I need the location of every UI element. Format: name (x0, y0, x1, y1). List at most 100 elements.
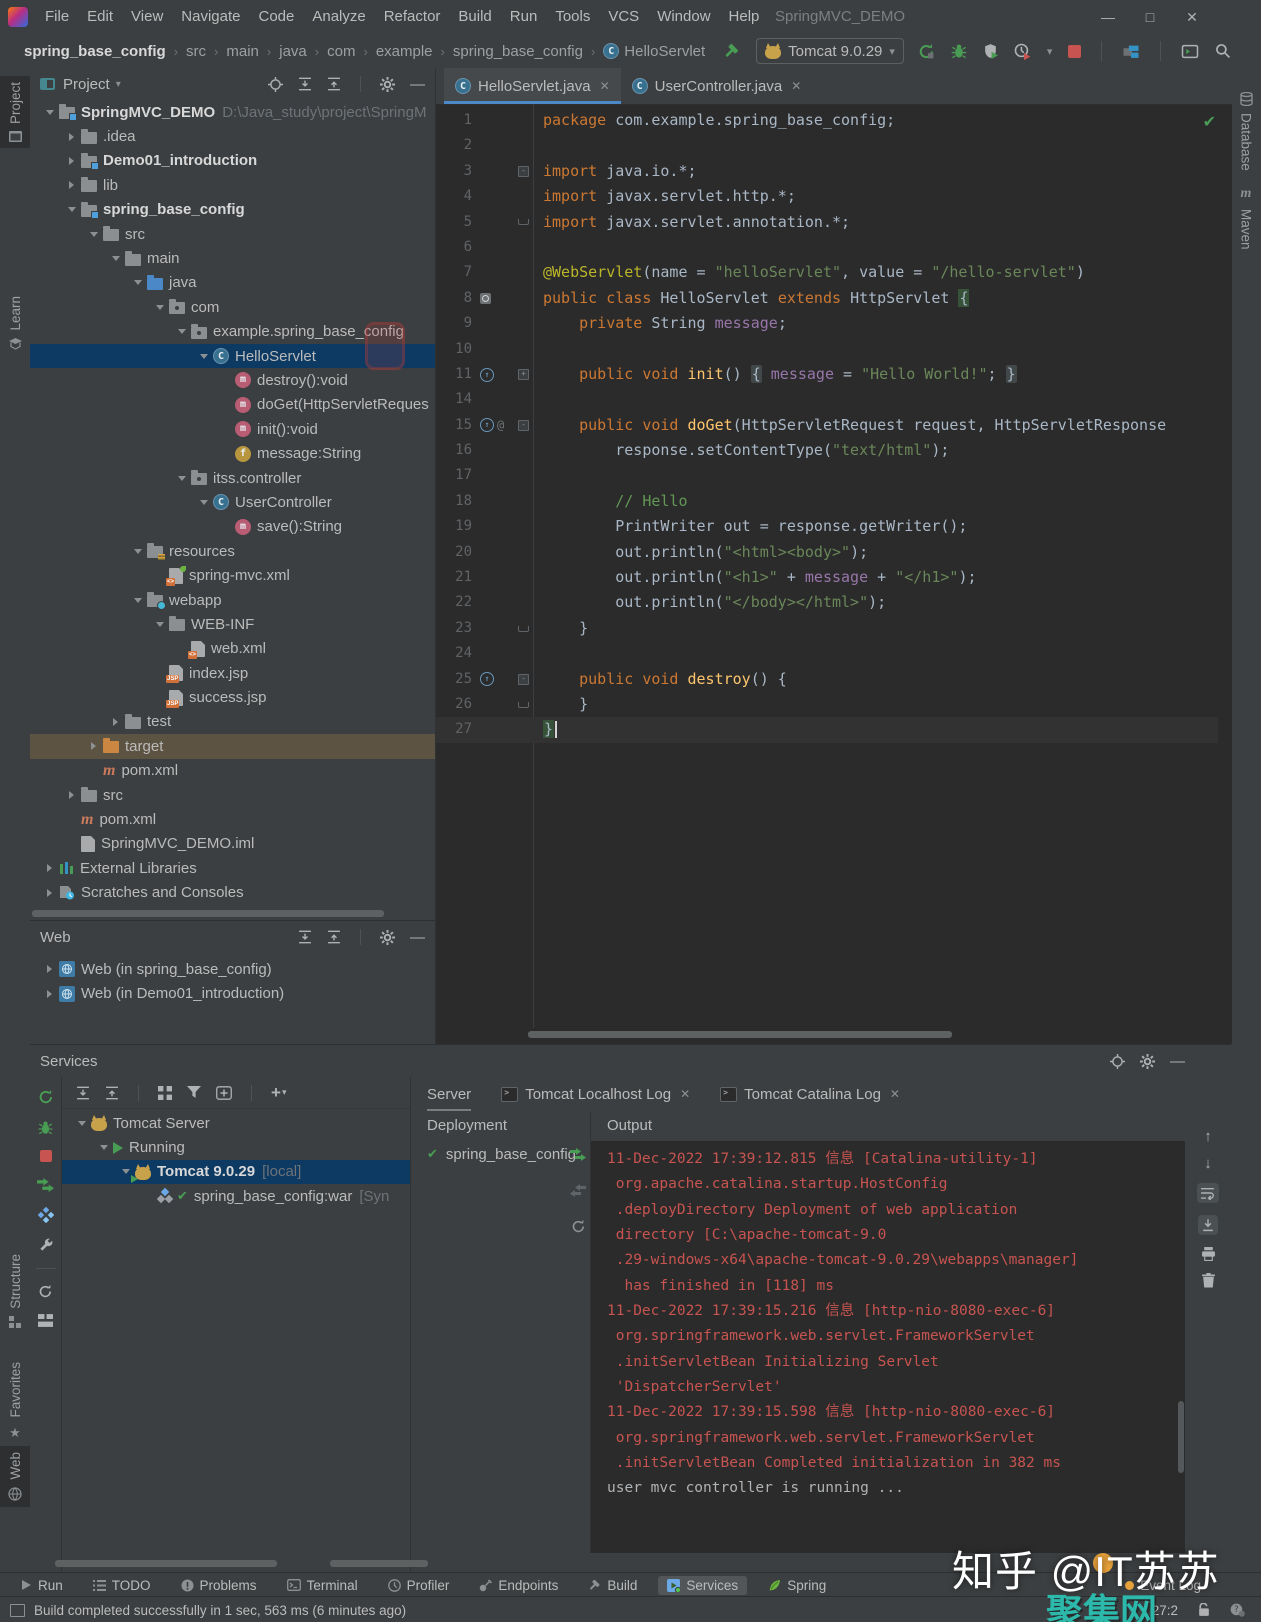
tree-item-demo01-introduction[interactable]: Demo01_introduction (30, 149, 435, 173)
code-line-2[interactable]: 2 (436, 133, 1218, 158)
debug-server-button[interactable] (38, 1120, 53, 1135)
tree-item-main[interactable]: main (30, 246, 435, 270)
code-line-24[interactable]: 24 (436, 641, 1218, 666)
overrides-icon[interactable]: ↑ (480, 672, 494, 686)
expand-all-button[interactable] (76, 1086, 90, 1100)
locate-file-button[interactable] (268, 77, 283, 92)
code-line-5[interactable]: 5import javax.servlet.annotation.*; (436, 210, 1218, 235)
fold-end-icon[interactable] (518, 219, 529, 225)
fold-collapse-icon[interactable]: - (518, 166, 529, 177)
settings-gear-icon[interactable] (1140, 1054, 1155, 1069)
print-button[interactable] (1201, 1247, 1216, 1261)
tree-item-resources[interactable]: resources (30, 539, 435, 563)
toolwindow-button-profiler[interactable]: Profiler (379, 1576, 459, 1595)
build-hammer-icon[interactable] (723, 43, 740, 60)
chevron-collapsed-icon[interactable] (64, 181, 79, 189)
code-line-27[interactable]: 27} (436, 717, 1218, 742)
toolwindow-button-terminal[interactable]: Terminal (278, 1576, 367, 1595)
hide-panel-button[interactable]: — (410, 76, 425, 93)
breadcrumb-helloservlet[interactable]: CHelloServlet (601, 43, 707, 60)
debug-button[interactable] (951, 43, 967, 59)
tree-item-doget-httpservletreques[interactable]: mdoGet(HttpServletReques (30, 393, 435, 417)
settings-gear-icon[interactable] (380, 930, 395, 945)
rerun-server-button[interactable] (38, 1089, 54, 1105)
code-line-18[interactable]: 18 // Hello (436, 489, 1218, 514)
settings-gear-icon[interactable] (380, 77, 395, 92)
chevron-collapsed-icon[interactable] (64, 791, 79, 799)
services-tab-server[interactable]: Server (427, 1077, 471, 1111)
chevron-expanded-icon[interactable] (196, 500, 211, 505)
code-line-1[interactable]: 1package com.example.spring_base_config; (436, 108, 1218, 133)
code-line-9[interactable]: 9 private String message; (436, 311, 1218, 336)
chevron-collapsed-icon[interactable] (86, 742, 101, 750)
chevron-expanded-icon[interactable] (118, 1169, 133, 1174)
terminal-run-button[interactable] (1181, 44, 1199, 59)
breadcrumb-java[interactable]: java (277, 43, 309, 60)
tree-item-lib[interactable]: lib (30, 173, 435, 197)
locate-button[interactable] (1110, 1054, 1125, 1069)
chevron-collapsed-icon[interactable] (64, 133, 79, 141)
output-log[interactable]: 11-Dec-2022 17:39:12.815 信息 [Catalina-ut… (591, 1141, 1185, 1553)
tree-item-springmvc-demo-iml[interactable]: SpringMVC_DEMO.iml (30, 832, 435, 856)
chevron-expanded-icon[interactable] (152, 622, 167, 627)
menu-navigate[interactable]: Navigate (172, 8, 249, 25)
menu-build[interactable]: Build (449, 8, 500, 25)
wrench-icon[interactable] (38, 1238, 53, 1253)
tool-window-tab-favorites[interactable]: Favorites★ (0, 1356, 30, 1447)
menu-edit[interactable]: Edit (78, 8, 122, 25)
toolwindow-button-build[interactable]: Build (579, 1576, 646, 1595)
status-message[interactable]: Build completed successfully in 1 sec, 5… (34, 1603, 406, 1618)
chevron-expanded-icon[interactable] (96, 1145, 111, 1150)
tree-item-tomcat-server[interactable]: Tomcat Server (62, 1111, 410, 1135)
toolwindow-button-problems[interactable]: Problems (172, 1576, 266, 1595)
deploy-action-icon[interactable] (570, 1147, 586, 1161)
tree-item-external-libraries[interactable]: External Libraries (30, 856, 435, 880)
next-message-button[interactable]: ↓ (1204, 1156, 1212, 1171)
chevron-collapsed-icon[interactable] (108, 718, 123, 726)
tree-item-save-string[interactable]: msave():String (30, 515, 435, 539)
stop-button[interactable] (1068, 45, 1081, 58)
tree-item-spring-base-config-war[interactable]: ✔spring_base_config:war[Syn (62, 1184, 410, 1208)
minimize-button[interactable]: — (1087, 0, 1129, 34)
breadcrumb-com[interactable]: com (325, 43, 357, 60)
close-tab-icon[interactable]: ✕ (680, 1087, 690, 1101)
toolwindow-button-run[interactable]: Run (12, 1576, 72, 1595)
code-line-17[interactable]: 17 (436, 463, 1218, 488)
chevron-collapsed-icon[interactable] (42, 965, 57, 973)
tree-item-destroy-void[interactable]: mdestroy():void (30, 368, 435, 392)
tree-item-test[interactable]: test (30, 710, 435, 734)
search-everywhere-button[interactable] (1215, 43, 1231, 59)
tree-item-idea[interactable]: .idea (30, 124, 435, 148)
expand-all-button[interactable] (298, 77, 312, 91)
breadcrumb-src[interactable]: src (184, 43, 208, 60)
code-line-8[interactable]: 8public class HelloServlet extends HttpS… (436, 286, 1218, 311)
tree-item-springmvc-demo[interactable]: SpringMVC_DEMOD:\Java_study\project\Spri… (30, 100, 435, 124)
menu-run[interactable]: Run (501, 8, 547, 25)
tree-item-itss-controller[interactable]: itss.controller (30, 466, 435, 490)
profiler-dropdown-icon[interactable]: ▾ (1047, 45, 1053, 58)
stop-server-button[interactable] (40, 1150, 52, 1162)
close-tab-icon[interactable]: ✕ (600, 79, 610, 93)
tree-item-com[interactable]: com (30, 295, 435, 319)
notifications-icon[interactable]: ? (1230, 1603, 1245, 1617)
collapse-all-button[interactable] (327, 77, 341, 91)
fold-collapse-icon[interactable]: - (518, 674, 529, 685)
web-item-web-in-demo01-introduction[interactable]: Web (in Demo01_introduction) (30, 981, 435, 1005)
tree-item-success-jsp[interactable]: success.jsp (30, 685, 435, 709)
tool-window-tab-structure[interactable]: Structure (0, 1248, 30, 1334)
menu-file[interactable]: File (36, 8, 78, 25)
editor-hscrollbar[interactable] (528, 1031, 952, 1038)
output-vscrollbar[interactable] (1178, 1401, 1184, 1473)
tree-item-spring-base-config[interactable]: spring_base_config (30, 198, 435, 222)
close-tab-icon[interactable]: ✕ (791, 79, 801, 93)
chevron-expanded-icon[interactable] (196, 354, 211, 359)
code-line-3[interactable]: 3-import java.io.*; (436, 159, 1218, 184)
tree-item-pom-xml[interactable]: mpom.xml (30, 807, 435, 831)
menu-view[interactable]: View (122, 8, 172, 25)
menu-tools[interactable]: Tools (546, 8, 599, 25)
tree-item-webapp[interactable]: webapp (30, 588, 435, 612)
breadcrumb-main[interactable]: main (224, 43, 261, 60)
fold-expand-icon[interactable]: + (518, 369, 529, 380)
chevron-expanded-icon[interactable] (108, 256, 123, 261)
chevron-expanded-icon[interactable] (130, 549, 145, 554)
